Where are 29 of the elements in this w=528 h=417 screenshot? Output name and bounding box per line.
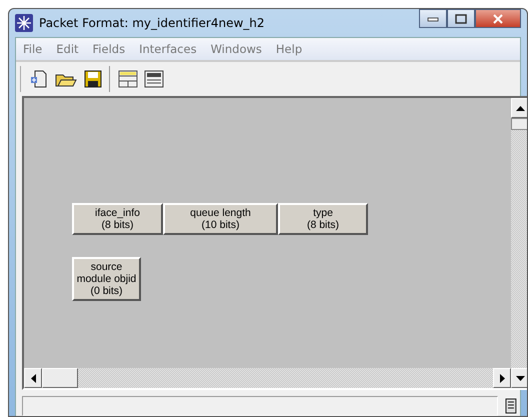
menu-item[interactable]: Windows [210,42,262,56]
menu-item[interactable]: Edit [56,42,79,56]
save-icon[interactable] [83,69,103,89]
menu-item[interactable]: Fields [92,42,126,56]
maximize-button[interactable] [447,9,475,28]
right-arrow-icon [500,374,504,382]
packet-field[interactable]: iface_info (8 bits) [72,203,163,235]
packet-field[interactable]: type (8 bits) [278,203,368,235]
packet-field[interactable]: queue length (10 bits) [163,203,278,235]
packet-field[interactable]: source module objid (0 bits) [72,257,141,301]
window-title: Packet Format: my_identifier4new_h2 [39,16,265,30]
menu-item[interactable]: File [23,42,42,56]
menu-item[interactable]: Help [276,42,302,56]
close-icon [492,14,504,24]
new-document-icon[interactable] [29,69,49,89]
menu-item[interactable]: Interfaces [139,42,197,56]
minimize-button[interactable] [419,9,447,28]
close-button[interactable] [475,9,521,28]
minimize-icon [427,16,439,22]
down-arrow-icon [516,376,524,380]
up-arrow-icon [516,106,524,110]
field-layout-icon[interactable] [118,69,138,89]
scroll-thumb[interactable] [511,118,527,130]
left-arrow-icon [30,374,36,382]
star-icon [15,14,33,32]
vertical-scrollbar[interactable] [511,98,527,388]
horizontal-scrollbar[interactable] [24,368,511,388]
attributes-icon[interactable] [144,69,164,89]
maximize-icon [455,14,467,24]
